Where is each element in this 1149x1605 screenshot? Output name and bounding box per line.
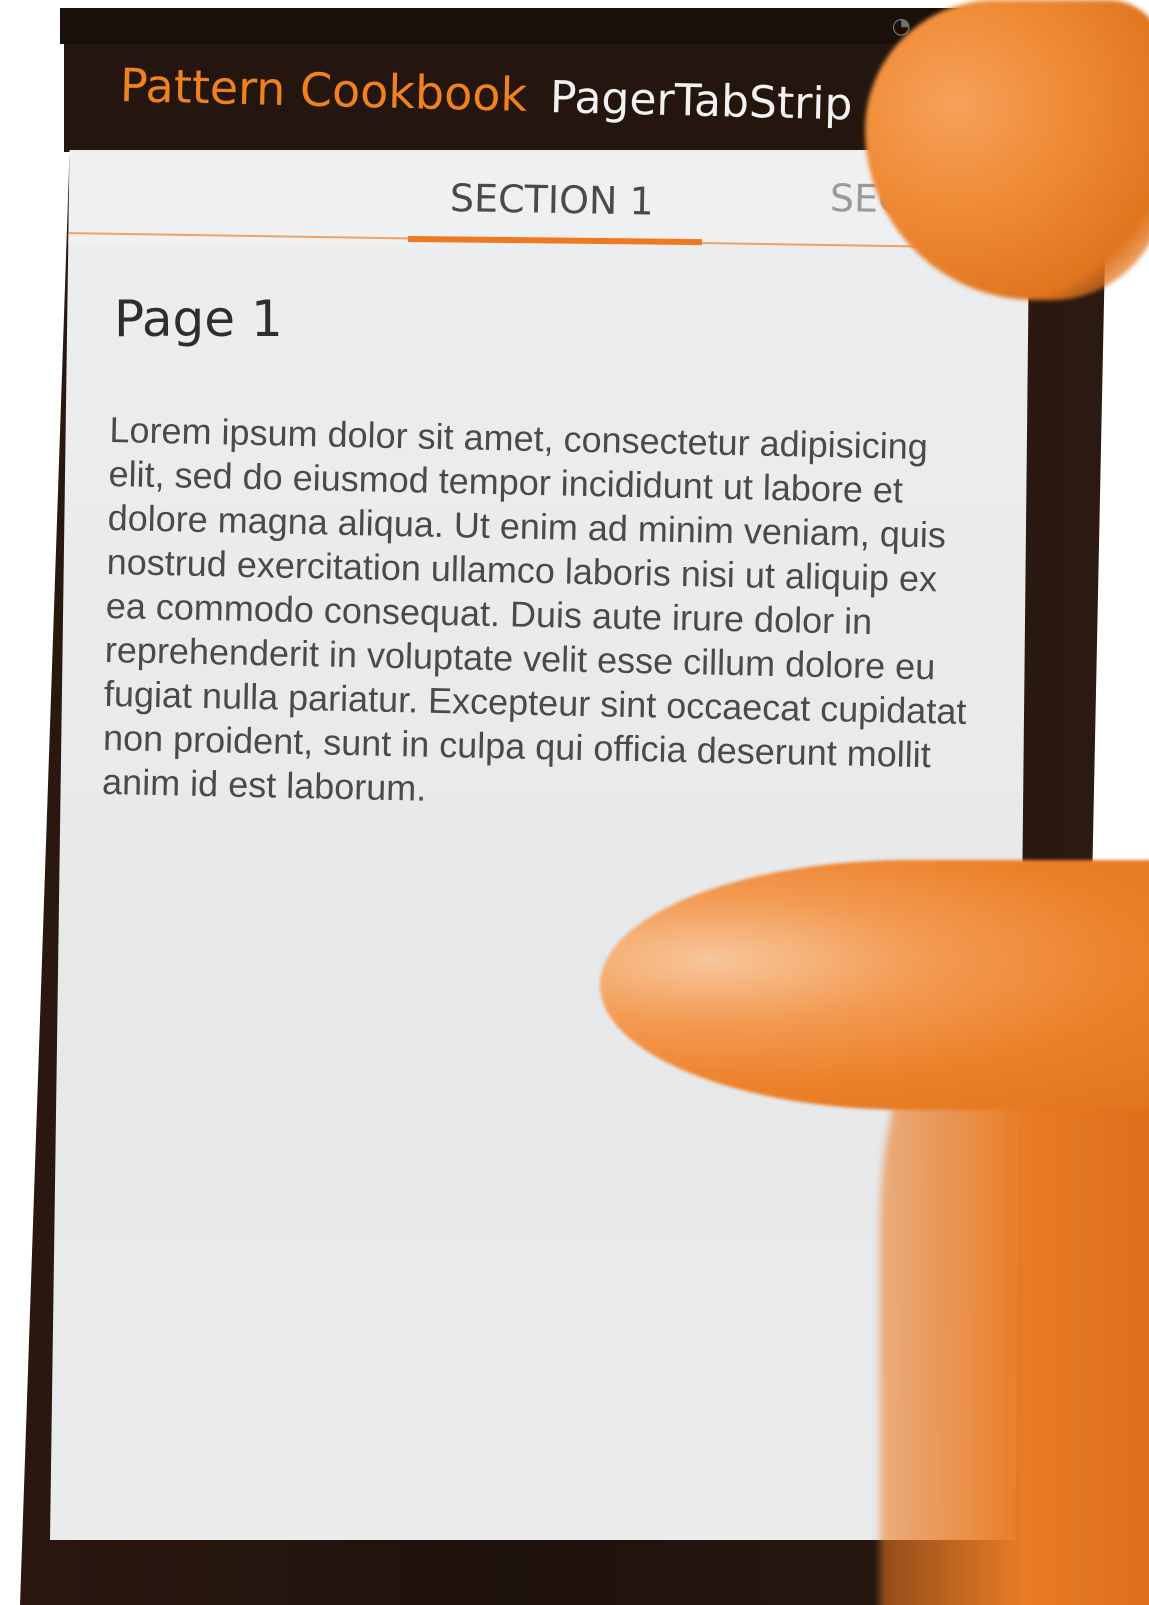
page-title: Page 1 xyxy=(114,290,283,348)
page-body-text: Lorem ipsum dolor sit amet, consectetur … xyxy=(101,408,967,809)
tab-section-1[interactable]: SECTION 1 xyxy=(450,176,654,224)
selected-tab-indicator xyxy=(407,236,703,246)
app-title[interactable]: Pattern Cookbook xyxy=(119,58,527,122)
screen-title: PagerTabStrip xyxy=(549,72,854,131)
photo-stage: ◔ ▾ ▮ Pattern Cookbook PagerTabStrip SEC… xyxy=(0,0,1149,1605)
